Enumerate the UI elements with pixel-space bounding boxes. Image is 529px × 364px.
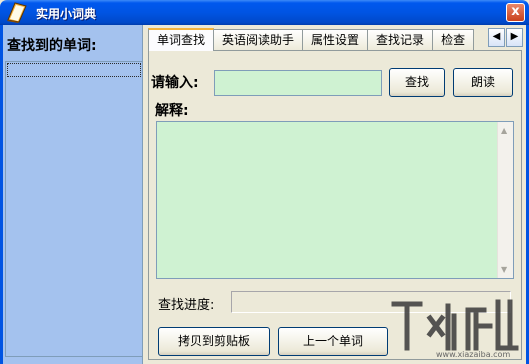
word-input[interactable] — [214, 70, 382, 96]
explanation-textarea[interactable]: ▲ ▼ — [156, 121, 514, 279]
arrow-left-icon: ◀ — [492, 31, 501, 42]
dictionary-book-icon — [7, 2, 27, 23]
tab-scroll-right-button[interactable]: ▶ — [506, 28, 523, 47]
window-title: 实用小词典 — [36, 7, 97, 21]
watermark-site: www.xiazaiba.com — [436, 350, 511, 359]
read-aloud-button[interactable]: 朗读 — [453, 68, 513, 97]
tab-word-lookup[interactable]: 单词查找 — [148, 28, 215, 51]
tab-check[interactable]: 检查 — [432, 29, 475, 51]
explanation-label: 解释: — [155, 103, 189, 119]
list-focus-item[interactable] — [7, 63, 141, 77]
progress-label: 查找进度: — [158, 298, 215, 313]
copy-to-clipboard-button[interactable]: 拷贝到剪贴板 — [158, 327, 270, 356]
input-label: 请输入: — [151, 75, 199, 91]
tab-strip: 单词查找 英语阅读助手 属性设置 查找记录 检查 — [148, 27, 506, 51]
scroll-down-icon[interactable]: ▼ — [501, 265, 507, 274]
found-words-list[interactable] — [5, 61, 143, 357]
tab-history[interactable]: 查找记录 — [367, 29, 434, 51]
tab-scroll-left-button[interactable]: ◀ — [488, 28, 505, 47]
found-words-title: 查找到的单词: — [7, 38, 97, 54]
previous-word-button[interactable]: 上一个单词 — [278, 327, 388, 356]
tab-settings[interactable]: 属性设置 — [302, 29, 369, 51]
tab-reading-assistant[interactable]: 英语阅读助手 — [213, 29, 304, 51]
scroll-up-icon[interactable]: ▲ — [501, 126, 507, 135]
arrow-right-icon: ▶ — [510, 31, 519, 42]
close-icon: x — [511, 4, 520, 19]
title-bar: 实用小词典 x — [0, 0, 529, 25]
close-button[interactable]: x — [506, 3, 525, 22]
explanation-scrollbar[interactable]: ▲ ▼ — [497, 122, 513, 278]
left-panel: 查找到的单词: — [3, 25, 143, 364]
search-button[interactable]: 查找 — [389, 68, 445, 97]
